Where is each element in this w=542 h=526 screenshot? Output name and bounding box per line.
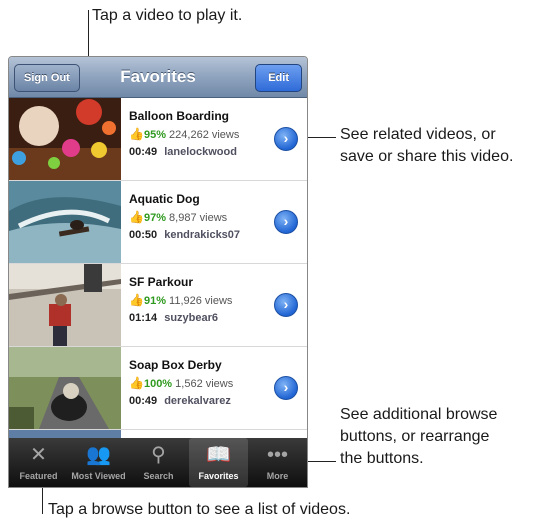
video-stats: 👍97% 8,987 views	[129, 210, 227, 224]
tab-favorites[interactable]: 📖 Favorites	[189, 438, 248, 487]
detail-disclosure-button[interactable]: ›	[274, 376, 298, 400]
video-thumbnail[interactable]	[9, 347, 121, 429]
video-thumbnail[interactable]	[9, 181, 121, 263]
tab-bar: ✕ Featured 👥 Most Viewed ⚲ Search 📖 Favo…	[9, 438, 307, 487]
tab-most-viewed[interactable]: 👥 Most Viewed	[69, 438, 128, 487]
video-views: 11,926 views	[169, 295, 233, 307]
thumbs-up-icon: 👍	[129, 376, 144, 390]
video-thumbnail[interactable]	[9, 264, 121, 346]
navigation-bar: Favorites Sign Out Edit	[9, 57, 307, 98]
tab-more[interactable]: ••• More	[248, 438, 307, 487]
callout-browse-line3: the buttons.	[340, 450, 424, 467]
chevron-right-icon: ›	[283, 213, 289, 229]
video-uploader: suzybear6	[164, 312, 219, 324]
phone-screen: Favorites Sign Out Edit Balloon Boarding…	[8, 56, 308, 488]
detail-disclosure-button[interactable]: ›	[274, 127, 298, 151]
callout-tap-browse: Tap a browse button to see a list of vid…	[48, 501, 351, 518]
video-stats: 👍100% 1,562 views	[129, 376, 233, 390]
thumbs-up-icon: 👍	[129, 210, 144, 224]
video-title: Soap Box Derby	[129, 358, 222, 372]
video-duration: 00:50	[129, 229, 158, 241]
more-icon: •••	[266, 444, 288, 466]
video-uploader: derekalvarez	[164, 395, 231, 407]
video-row-balloon-boarding[interactable]: Balloon Boarding 👍95% 224,262 views 00:4…	[9, 98, 307, 181]
search-icon: ⚲	[151, 444, 166, 466]
detail-disclosure-button[interactable]: ›	[274, 293, 298, 317]
video-duration: 00:49	[129, 146, 158, 158]
video-rating: 97%	[143, 212, 166, 224]
chevron-right-icon: ›	[283, 296, 289, 312]
tab-label: More	[266, 471, 289, 481]
video-stats: 👍91% 11,926 views	[129, 293, 232, 307]
chevron-right-icon: ›	[283, 130, 289, 146]
callout-browse-buttons: See additional browse buttons, or rearra…	[340, 404, 497, 470]
video-duration: 00:49	[129, 395, 158, 407]
video-title: SF Parkour	[129, 275, 194, 289]
callout-browse-line1: See additional browse	[340, 406, 498, 423]
chevron-right-icon: ›	[283, 379, 289, 395]
tab-label: Search	[143, 471, 174, 481]
callout-related-line2: save or share this video.	[340, 148, 514, 165]
video-row-sf-parkour[interactable]: SF Parkour 👍91% 11,926 views 01:14 suzyb…	[9, 264, 307, 347]
featured-icon: ✕	[30, 444, 47, 466]
tab-label: Featured	[19, 471, 58, 481]
video-title: Balloon Boarding	[129, 109, 229, 123]
most-viewed-icon: 👥	[86, 444, 111, 466]
video-rating: 95%	[143, 129, 166, 141]
video-views: 8,987 views	[169, 212, 228, 224]
callout-tap-video: Tap a video to play it.	[92, 7, 243, 24]
thumbs-up-icon: 👍	[129, 127, 144, 141]
video-meta: 00:49 lanelockwood	[129, 146, 237, 158]
tab-search[interactable]: ⚲ Search	[129, 438, 188, 487]
tab-label: Most Viewed	[71, 471, 126, 481]
video-title: Aquatic Dog	[129, 192, 200, 206]
edit-button[interactable]: Edit	[255, 64, 302, 92]
bookmarks-icon: 📖	[206, 444, 231, 466]
video-meta: 00:49 derekalvarez	[129, 395, 231, 407]
video-meta: 01:14 suzybear6	[129, 312, 218, 324]
detail-disclosure-button[interactable]: ›	[274, 210, 298, 234]
callout-related-videos: See related videos, or save or share thi…	[340, 124, 513, 168]
video-duration: 01:14	[129, 312, 158, 324]
sign-out-button[interactable]: Sign Out	[14, 64, 80, 92]
video-rating: 91%	[143, 295, 166, 307]
video-stats: 👍95% 224,262 views	[129, 127, 239, 141]
video-meta: 00:50 kendrakicks07	[129, 229, 240, 241]
video-views: 224,262 views	[169, 129, 240, 141]
video-row-aquatic-dog[interactable]: Aquatic Dog 👍97% 8,987 views 00:50 kendr…	[9, 181, 307, 264]
callout-related-line1: See related videos, or	[340, 126, 496, 143]
video-rating: 100%	[143, 378, 173, 390]
thumbs-up-icon: 👍	[129, 293, 144, 307]
video-row-soap-box-derby[interactable]: Soap Box Derby 👍100% 1,562 views 00:49 d…	[9, 347, 307, 430]
tab-label: Favorites	[198, 471, 239, 481]
callout-browse-line2: buttons, or rearrange	[340, 428, 490, 445]
video-uploader: kendrakicks07	[164, 229, 241, 241]
video-thumbnail[interactable]	[9, 98, 121, 180]
video-uploader: lanelockwood	[164, 146, 237, 158]
tab-featured[interactable]: ✕ Featured	[9, 438, 68, 487]
video-views: 1,562 views	[175, 378, 234, 390]
